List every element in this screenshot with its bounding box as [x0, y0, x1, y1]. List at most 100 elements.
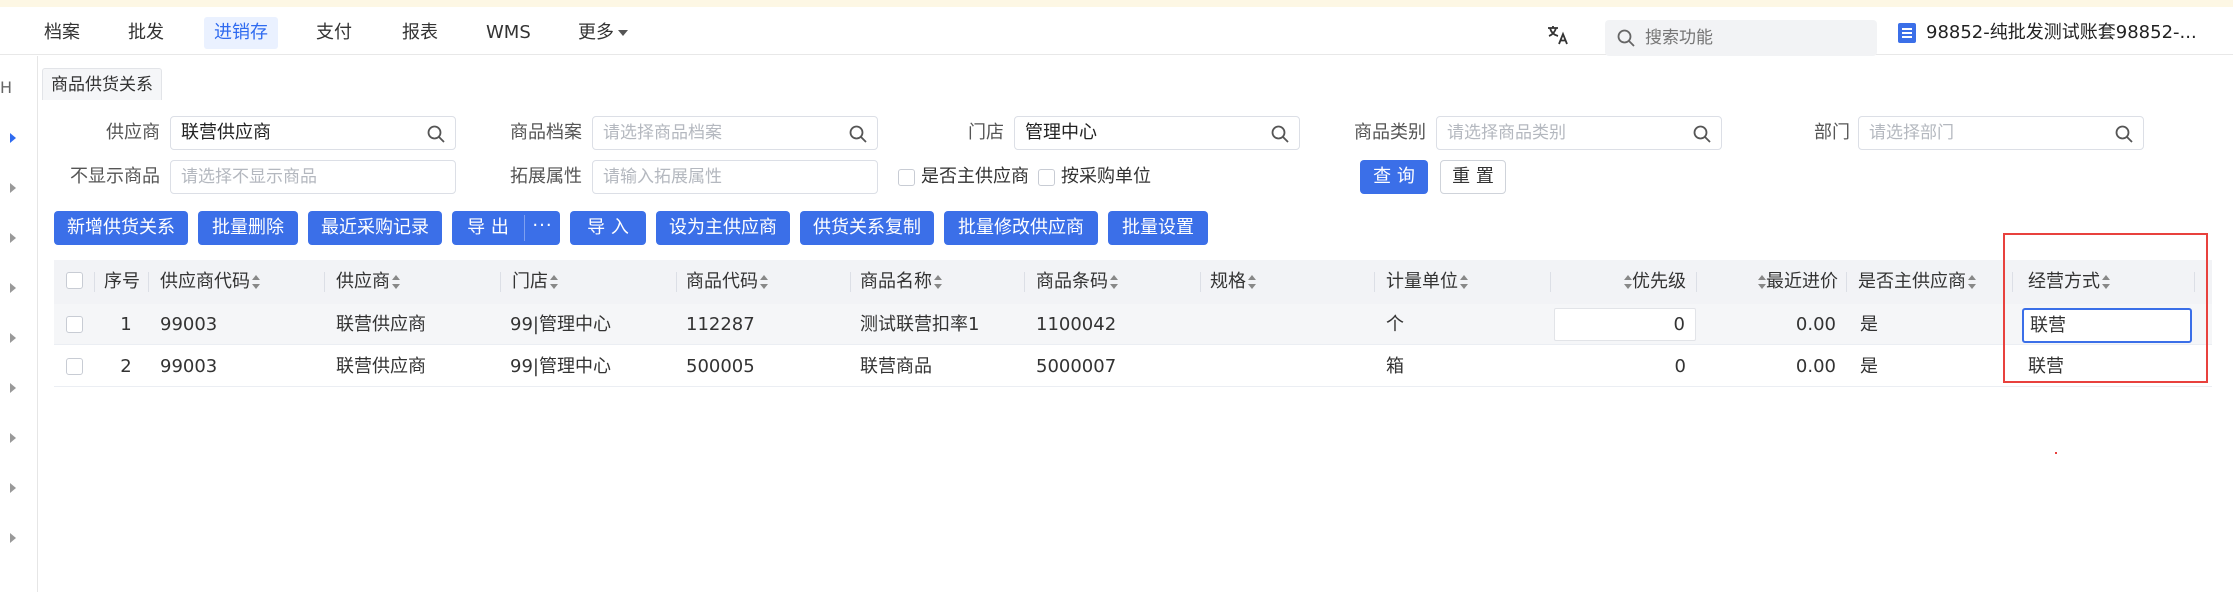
- search-icon[interactable]: [427, 125, 445, 147]
- header-spec[interactable]: 规格: [1210, 260, 1256, 304]
- header-recent-price[interactable]: 最近进价: [1756, 260, 1838, 304]
- cell-supplier: 联营供应商: [336, 304, 426, 344]
- supplier-label: 供应商: [106, 122, 160, 143]
- priority-input[interactable]: 0: [1554, 308, 1696, 341]
- cell-supplier-code: 99003: [160, 346, 217, 386]
- table-row[interactable]: 2 99003 联营供应商 99|管理中心 500005 联营商品 500000…: [54, 346, 2212, 387]
- rail-expand-icon[interactable]: [10, 333, 16, 343]
- cell-unit-text: 箱: [1386, 356, 1404, 377]
- main-supplier-checkbox[interactable]: 是否主供应商: [898, 160, 1029, 194]
- search-icon[interactable]: [2115, 125, 2133, 147]
- search-icon[interactable]: [1693, 125, 1711, 147]
- nav-item-payment[interactable]: 支付: [306, 17, 362, 49]
- rail-expand-icon[interactable]: [10, 183, 16, 193]
- nav-item-inventory[interactable]: 进销存: [204, 17, 278, 49]
- ext-attr-field[interactable]: 请输入拓展属性: [592, 160, 878, 194]
- nav-more-label: 更多: [578, 22, 614, 43]
- sort-icon: [550, 275, 558, 289]
- header-recent-price-label: 最近进价: [1766, 271, 1838, 292]
- export-split-button[interactable]: 导 出 ···: [452, 211, 560, 245]
- supplier-value: 联营供应商: [181, 122, 271, 143]
- header-supplier[interactable]: 供应商: [336, 260, 400, 304]
- copy-relation-button[interactable]: 供货关系复制: [800, 211, 934, 245]
- rail-letter: H: [0, 78, 13, 97]
- cell-barcode: 1100042: [1036, 304, 1116, 344]
- tab-supply-relation[interactable]: 商品供货关系: [42, 68, 162, 100]
- query-button[interactable]: 查 询: [1360, 160, 1428, 194]
- header-product-name-label: 商品名称: [860, 271, 932, 292]
- search-icon[interactable]: [1271, 125, 1289, 147]
- cell-unit-text: 个: [1386, 314, 1404, 335]
- header-is-main[interactable]: 是否主供应商: [1858, 260, 1976, 304]
- cell-unit: 个: [1386, 304, 1404, 344]
- rail-expand-icon[interactable]: [10, 533, 16, 543]
- nav-item-archive[interactable]: 档案: [34, 17, 90, 49]
- header-priority[interactable]: 优先级: [1622, 260, 1686, 304]
- sort-icon: [1460, 275, 1468, 289]
- cell-recent-price: 0.00: [1704, 346, 1836, 386]
- sort-icon: [760, 275, 768, 289]
- add-supply-relation-button[interactable]: 新增供货关系: [54, 211, 188, 245]
- batch-delete-button[interactable]: 批量删除: [198, 211, 298, 245]
- category-field[interactable]: 请选择商品类别: [1436, 116, 1722, 150]
- column-divider: [324, 272, 325, 292]
- search-icon[interactable]: [849, 125, 867, 147]
- cell-product-name: 测试联营扣率1: [860, 304, 979, 344]
- nav-item-more[interactable]: 更多: [568, 17, 638, 49]
- table-row[interactable]: 1 99003 联营供应商 99|管理中心 112287 测试联营扣率1 110…: [54, 304, 2212, 345]
- column-divider: [1200, 272, 1201, 292]
- cell-supplier-code-text: 99003: [160, 314, 218, 335]
- nav-search-box[interactable]: [1605, 20, 1877, 56]
- header-supplier-code[interactable]: 供应商代码: [160, 260, 260, 304]
- account-switcher[interactable]: 98852-纯批发测试账套98852-...: [1898, 17, 2197, 49]
- translate-icon[interactable]: [1546, 23, 1570, 52]
- column-divider: [1374, 272, 1375, 292]
- rail-expand-icon[interactable]: [10, 233, 16, 243]
- cell-product-name: 联营商品: [860, 346, 932, 386]
- set-main-supplier-button[interactable]: 设为主供应商: [656, 211, 790, 245]
- nav-item-wholesale[interactable]: 批发: [118, 17, 174, 49]
- rail-expand-icon[interactable]: [10, 283, 16, 293]
- select-all-checkbox[interactable]: [66, 272, 83, 289]
- cell-supplier-text: 联营供应商: [336, 356, 426, 377]
- nav-search-input[interactable]: [1645, 24, 1865, 52]
- header-spec-label: 规格: [1210, 271, 1246, 292]
- header-store[interactable]: 门店: [512, 260, 558, 304]
- supplier-field[interactable]: 联营供应商: [170, 116, 456, 150]
- department-field[interactable]: 请选择部门: [1858, 116, 2144, 150]
- hide-products-field[interactable]: 请选择不显示商品: [170, 160, 456, 194]
- cell-barcode-text: 1100042: [1036, 314, 1117, 335]
- cell-priority[interactable]: 0: [1554, 304, 1696, 344]
- store-field[interactable]: 管理中心: [1014, 116, 1300, 150]
- purchase-unit-checkbox-label: 按采购单位: [1061, 166, 1151, 187]
- nav-item-wms[interactable]: WMS: [476, 17, 541, 49]
- batch-settings-button[interactable]: 批量设置: [1108, 211, 1208, 245]
- batch-modify-supplier-button[interactable]: 批量修改供应商: [944, 211, 1098, 245]
- left-rail: H: [0, 56, 38, 592]
- rail-expand-icon[interactable]: [10, 433, 16, 443]
- export-button[interactable]: 导 出: [452, 211, 524, 245]
- rail-expand-icon[interactable]: [10, 483, 16, 493]
- purchase-unit-checkbox[interactable]: 按采购单位: [1038, 160, 1151, 194]
- table-header: 序号 供应商代码 供应商 门店 商品代码 商品名称 商品条码 规格 计量单位 优…: [54, 260, 2212, 304]
- rail-expand-icon[interactable]: [10, 383, 16, 393]
- row-checkbox[interactable]: [66, 316, 83, 333]
- header-product-code[interactable]: 商品代码: [686, 260, 768, 304]
- import-button[interactable]: 导 入: [570, 211, 646, 245]
- sort-icon: [1248, 275, 1256, 289]
- product-field[interactable]: 请选择商品档案: [592, 116, 878, 150]
- recent-purchase-button[interactable]: 最近采购记录: [308, 211, 442, 245]
- nav-item-reports[interactable]: 报表: [392, 17, 448, 49]
- more-icon[interactable]: ···: [525, 211, 560, 241]
- header-product-name[interactable]: 商品名称: [860, 260, 942, 304]
- cell-product-code: 500005: [686, 346, 755, 386]
- sort-icon: [1624, 275, 1632, 289]
- header-barcode[interactable]: 商品条码: [1036, 260, 1118, 304]
- reset-button[interactable]: 重 置: [1440, 160, 1506, 194]
- rail-expand-icon[interactable]: [10, 133, 16, 143]
- header-unit[interactable]: 计量单位: [1386, 260, 1468, 304]
- cell-product-code-text: 500005: [686, 356, 755, 377]
- cell-supplier-code-text: 99003: [160, 356, 218, 377]
- row-checkbox[interactable]: [66, 358, 83, 375]
- page-tabbar: 商品供货关系: [40, 56, 2233, 100]
